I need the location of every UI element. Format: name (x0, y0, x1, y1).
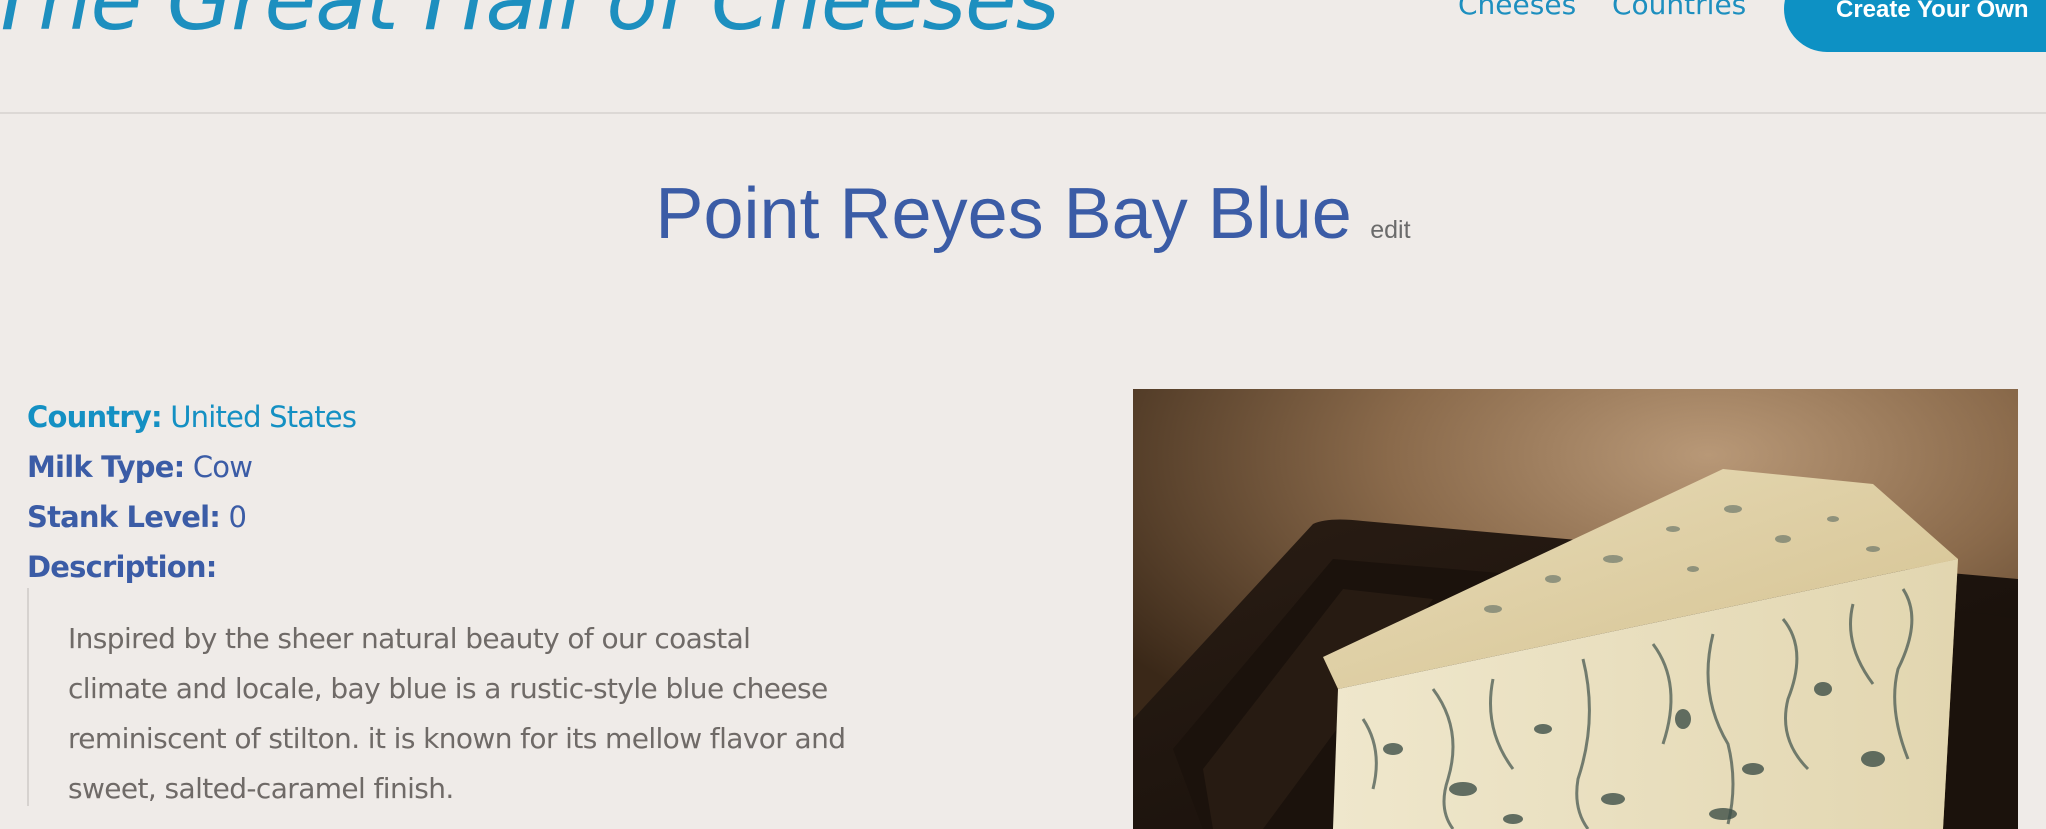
nav-cheeses-link[interactable]: Cheeses (1458, 0, 1576, 22)
cheese-title-row: Point Reyes Bay Blue edit (0, 172, 2046, 256)
description-line: Inspired by the sheer natural beauty of … (68, 622, 751, 655)
site-header: The Great Hall of Cheeses Cheeses Countr… (0, 0, 2046, 114)
detail-milk-type: Milk Type: Cow (27, 442, 356, 492)
stank-level-value: 0 (228, 500, 247, 534)
country-value-link[interactable]: United States (170, 400, 357, 434)
create-your-own-button[interactable]: Create Your Own (1784, 0, 2046, 52)
description-quote: Inspired by the sheer natural beauty of … (27, 588, 887, 806)
description-line: reminiscent of stilton. it is known for … (68, 722, 846, 755)
description-line: sweet, salted-caramel finish. (68, 772, 454, 805)
site-title[interactable]: The Great Hall of Cheeses (0, 0, 1059, 42)
nav-countries-link[interactable]: Countries (1612, 0, 1746, 22)
detail-stank-level: Stank Level: 0 (27, 492, 356, 542)
edit-link[interactable]: edit (1370, 216, 1410, 244)
description-line: climate and locale, bay blue is a rustic… (68, 672, 828, 705)
milk-type-label: Milk Type: (27, 450, 185, 484)
country-label: Country: (27, 400, 163, 434)
detail-description: Description: (27, 542, 356, 592)
cheese-name-heading: Point Reyes Bay Blue (655, 174, 1352, 254)
cheese-details: Country: United States Milk Type: Cow St… (27, 392, 357, 592)
blue-cheese-image (1133, 389, 2018, 829)
description-label: Description: (27, 550, 217, 584)
stank-level-label: Stank Level: (27, 500, 221, 534)
cheese-photo (1133, 389, 2018, 829)
milk-type-value: Cow (192, 450, 253, 484)
detail-country: Country: United States (27, 392, 357, 442)
